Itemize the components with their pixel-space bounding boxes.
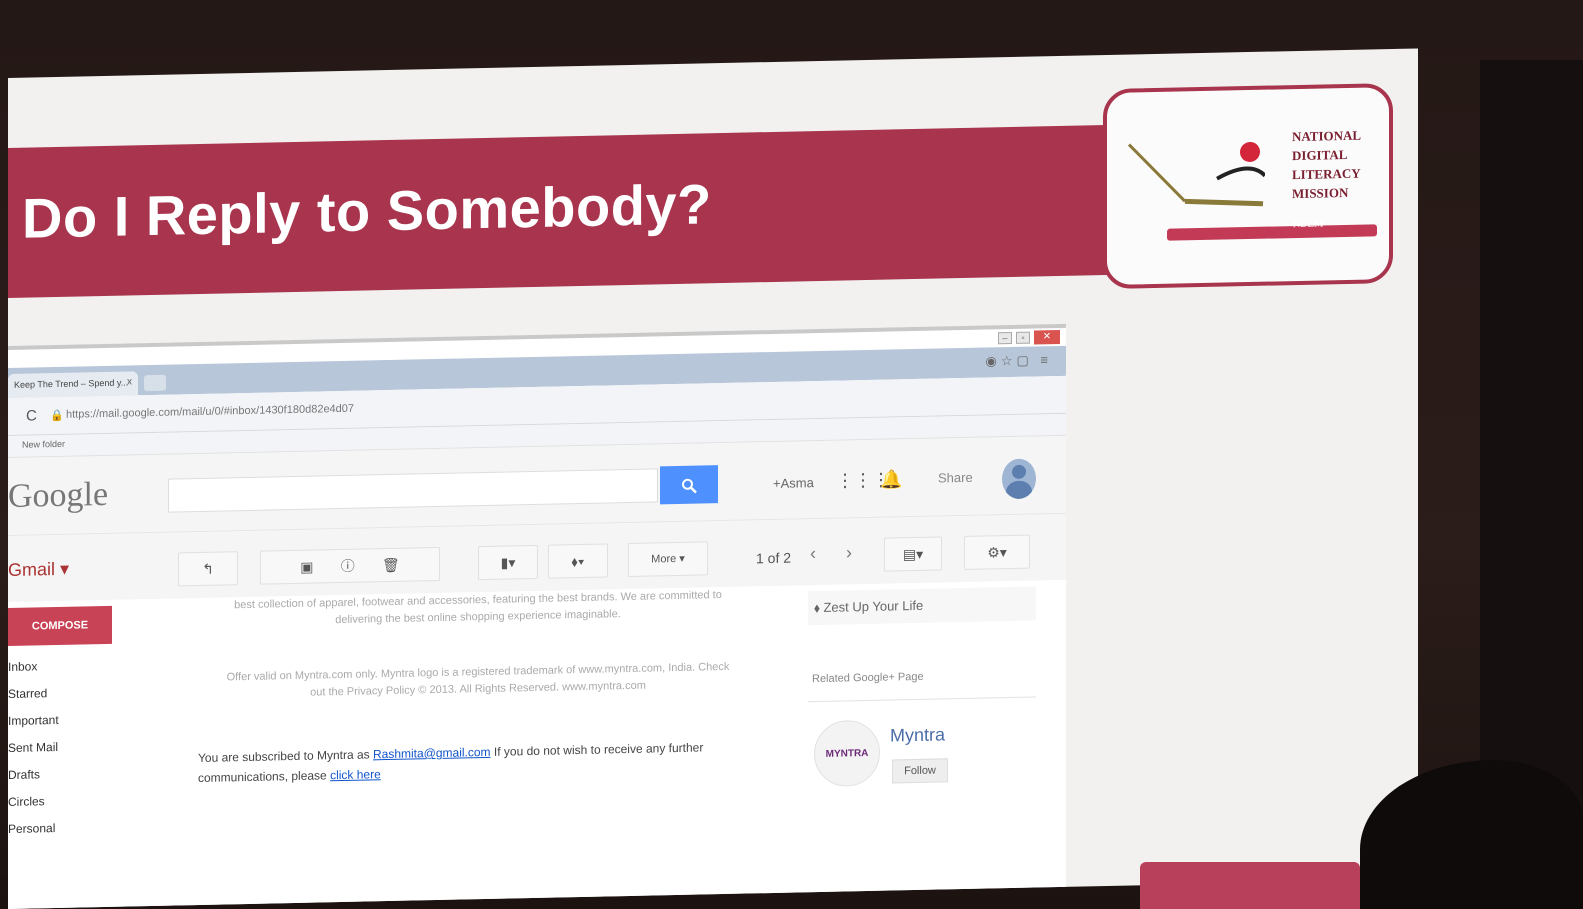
related-page-heading: Related Google+ Page <box>812 670 924 686</box>
divider <box>808 696 1036 703</box>
lock-icon: 🔒 <box>50 409 64 423</box>
pager-count: 1 of 2 <box>756 549 792 567</box>
archive-icon[interactable]: ▣ <box>300 559 313 575</box>
follow-button[interactable]: Follow <box>892 758 948 784</box>
tag-icon: ⬧▾ <box>571 552 585 570</box>
slide-corner-bar <box>1140 862 1360 909</box>
menu-icon[interactable]: ◉☆▢ ≡ <box>986 352 1052 369</box>
avatar[interactable] <box>1002 458 1036 500</box>
gear-icon: ⚙▾ <box>987 544 1007 561</box>
right-panel: ⬧ Zest Up Your Life Related Google+ Page… <box>808 586 1044 909</box>
share-button[interactable]: Share <box>938 470 973 486</box>
trash-icon[interactable]: 🗑 <box>382 557 400 573</box>
keyboard-icon: ▤▾ <box>902 545 924 563</box>
sidebar-item-important[interactable]: Important <box>8 707 59 735</box>
avatar-body <box>1006 480 1032 500</box>
logo-text: NATIONAL DIGITAL LITERACY MISSION <box>1292 127 1362 202</box>
compose-button[interactable]: COMPOSE <box>8 605 112 646</box>
google-plus-name[interactable]: +Asma <box>773 475 814 491</box>
unsubscribe-link[interactable]: click here <box>330 767 381 782</box>
input-tools-button[interactable]: ▤▾ <box>884 536 942 572</box>
logo-badge: NDLM <box>1293 218 1324 231</box>
search-icon <box>682 479 697 494</box>
sidebar-item-circles[interactable]: Circles <box>8 788 59 816</box>
prev-icon[interactable]: ‹ <box>810 543 816 564</box>
reply-button[interactable]: ↰ <box>178 551 238 587</box>
more-button[interactable]: More ▾ <box>628 541 708 578</box>
labels-button[interactable]: ⬧▾ <box>548 543 608 579</box>
folder-list: Inbox Starred Important Sent Mail Drafts… <box>8 653 59 843</box>
email-legal-text: Offer valid on Myntra.com only. Myntra l… <box>226 660 730 699</box>
logo-bar <box>1167 224 1377 241</box>
settings-button[interactable]: ⚙▾ <box>964 534 1030 570</box>
window-controls: – ▫ ✕ <box>998 329 1060 345</box>
brand-logo[interactable]: MYNTRA <box>814 719 880 788</box>
google-logo[interactable]: Google <box>8 476 108 516</box>
reply-icon: ↰ <box>202 560 214 577</box>
sidebar-item-sent[interactable]: Sent Mail <box>8 734 59 762</box>
sidebar-item-starred[interactable]: Starred <box>8 680 59 708</box>
maximize-button[interactable]: ▫ <box>1016 331 1030 344</box>
browser-tab[interactable]: Keep The Trend – Spend y... x <box>8 371 138 398</box>
bell-icon[interactable]: 🔔 <box>880 469 902 490</box>
ndlm-logo: NATIONAL DIGITAL LITERACY MISSION NDLM <box>1103 82 1393 290</box>
presentation-slide: Do I Reply to Somebody? NATIONAL DIGITAL… <box>8 48 1418 909</box>
brand-name[interactable]: Myntra <box>890 724 945 746</box>
address-bar[interactable]: https://mail.google.com/mail/u/0/#inbox/… <box>66 403 354 421</box>
next-icon[interactable]: › <box>846 542 852 563</box>
search-button[interactable] <box>660 465 718 505</box>
gmail-sidebar: COMPOSE Inbox Starred Important Sent Mai… <box>8 605 128 909</box>
spam-icon[interactable]: ⓘ <box>341 558 355 574</box>
bookmark-folder[interactable]: New folder <box>22 439 65 450</box>
sidebar-item-inbox[interactable]: Inbox <box>8 653 59 681</box>
browser-window: – ▫ ✕ Keep The Trend – Spend y... x ◉☆▢ … <box>8 323 1066 909</box>
move-to-button[interactable]: ▮▾ <box>478 544 538 581</box>
laptop-person-icon <box>1127 141 1265 207</box>
subscription-notice: You are subscribed to Myntra as Rashmita… <box>198 740 704 786</box>
folder-icon: ▮▾ <box>500 554 516 571</box>
sidebar-item-personal[interactable]: Personal <box>8 815 59 843</box>
new-tab-button[interactable] <box>144 374 166 392</box>
tag-icon: ⬧ <box>814 599 820 616</box>
email-body: best collection of apparel, footwear and… <box>198 586 778 909</box>
gmail-menu[interactable]: Gmail ▾ <box>8 559 69 581</box>
minimize-button[interactable]: – <box>998 331 1012 345</box>
search-input[interactable] <box>168 468 658 513</box>
reload-icon[interactable]: C <box>26 407 37 424</box>
archive-group: ▣ ⓘ 🗑 <box>260 546 440 585</box>
sidebar-item-drafts[interactable]: Drafts <box>8 761 59 789</box>
close-button[interactable]: ✕ <box>1034 329 1060 345</box>
label-chip[interactable]: ⬧ Zest Up Your Life <box>808 586 1036 626</box>
subscriber-email-link[interactable]: Rashmita@gmail.com <box>373 745 491 761</box>
avatar-head <box>1012 464 1026 479</box>
tab-close-icon[interactable]: x <box>127 376 132 387</box>
